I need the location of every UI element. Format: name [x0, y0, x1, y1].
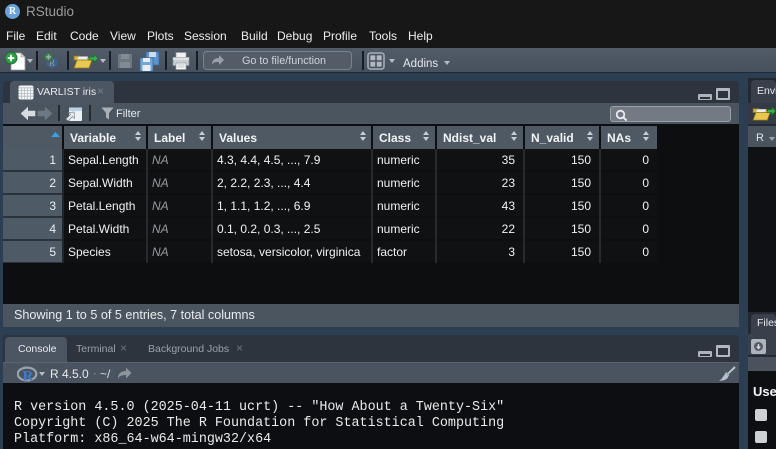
- svg-text:R: R: [23, 368, 34, 383]
